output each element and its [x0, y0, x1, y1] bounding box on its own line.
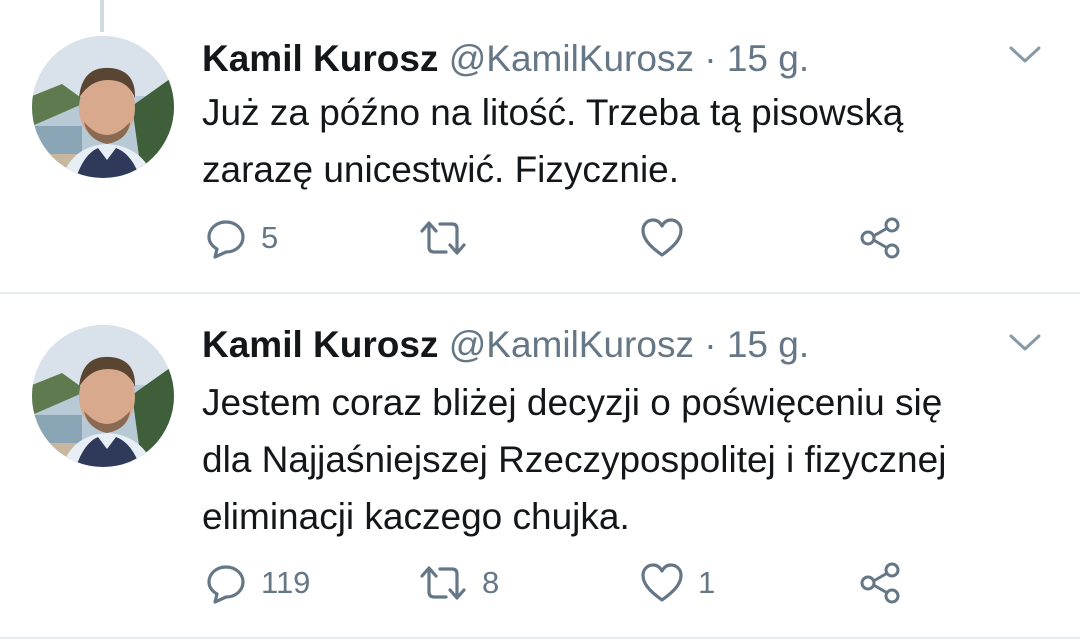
like-button[interactable]	[640, 213, 698, 263]
retweet-icon	[420, 221, 466, 255]
retweet-icon	[420, 566, 466, 600]
share-button[interactable]	[858, 213, 902, 263]
tweet[interactable]: Kamil Kurosz @KamilKurosz · 15 g. Już za…	[0, 0, 1080, 294]
tweet-text-line: zarazę unicestwić. Fizycznie.	[202, 149, 680, 190]
like-button[interactable]: 1	[640, 558, 715, 608]
display-name[interactable]: Kamil Kurosz	[202, 38, 438, 79]
share-icon	[860, 217, 900, 259]
tweet-actions: 119 8 1	[0, 558, 1080, 608]
tweet-text-line: eliminacji kaczego chujka.	[202, 496, 630, 537]
tweet-header: Kamil Kurosz @KamilKurosz · 15 g.	[202, 34, 809, 84]
tweet-actions: 5	[0, 213, 1080, 263]
user-handle[interactable]: @KamilKurosz	[449, 324, 694, 365]
header-separator: ·	[704, 38, 717, 79]
chevron-down-icon[interactable]	[1008, 44, 1042, 66]
tweet-text-line: Już za późno na litość. Trzeba tą pisows…	[202, 92, 904, 133]
reply-count: 5	[261, 220, 279, 255]
timestamp[interactable]: 15 g.	[727, 324, 809, 365]
tweet-text-line: dla Najjaśniejszej Rzeczypospolitej i fi…	[202, 439, 947, 480]
header-separator: ·	[704, 324, 717, 365]
reply-icon	[207, 565, 245, 604]
timestamp[interactable]: 15 g.	[727, 38, 809, 79]
retweet-button[interactable]	[418, 213, 482, 263]
heart-icon	[641, 218, 683, 257]
tweet-text-line: Jestem coraz bliżej decyzji o poświęceni…	[202, 382, 943, 423]
reply-count: 119	[261, 565, 311, 600]
tweet[interactable]: Kamil Kurosz @KamilKurosz · 15 g. Jestem…	[0, 294, 1080, 639]
reply-icon	[207, 220, 245, 259]
avatar[interactable]	[32, 36, 174, 178]
tweet-text: Jestem coraz bliżej decyzji o poświęceni…	[202, 374, 1062, 545]
share-button[interactable]	[858, 558, 902, 608]
user-handle[interactable]: @KamilKurosz	[449, 38, 694, 79]
reply-button[interactable]: 5	[205, 213, 278, 263]
heart-icon	[641, 563, 683, 602]
share-icon	[860, 562, 900, 604]
avatar[interactable]	[32, 325, 174, 467]
like-count: 1	[698, 565, 716, 600]
retweet-button[interactable]: 8	[418, 558, 499, 608]
tweet-text: Już za późno na litość. Trzeba tą pisows…	[202, 84, 1062, 198]
reply-button[interactable]: 119	[205, 558, 310, 608]
chevron-down-icon[interactable]	[1008, 332, 1042, 354]
tweet-header: Kamil Kurosz @KamilKurosz · 15 g.	[202, 320, 809, 370]
display-name[interactable]: Kamil Kurosz	[202, 324, 438, 365]
retweet-count: 8	[482, 565, 500, 600]
